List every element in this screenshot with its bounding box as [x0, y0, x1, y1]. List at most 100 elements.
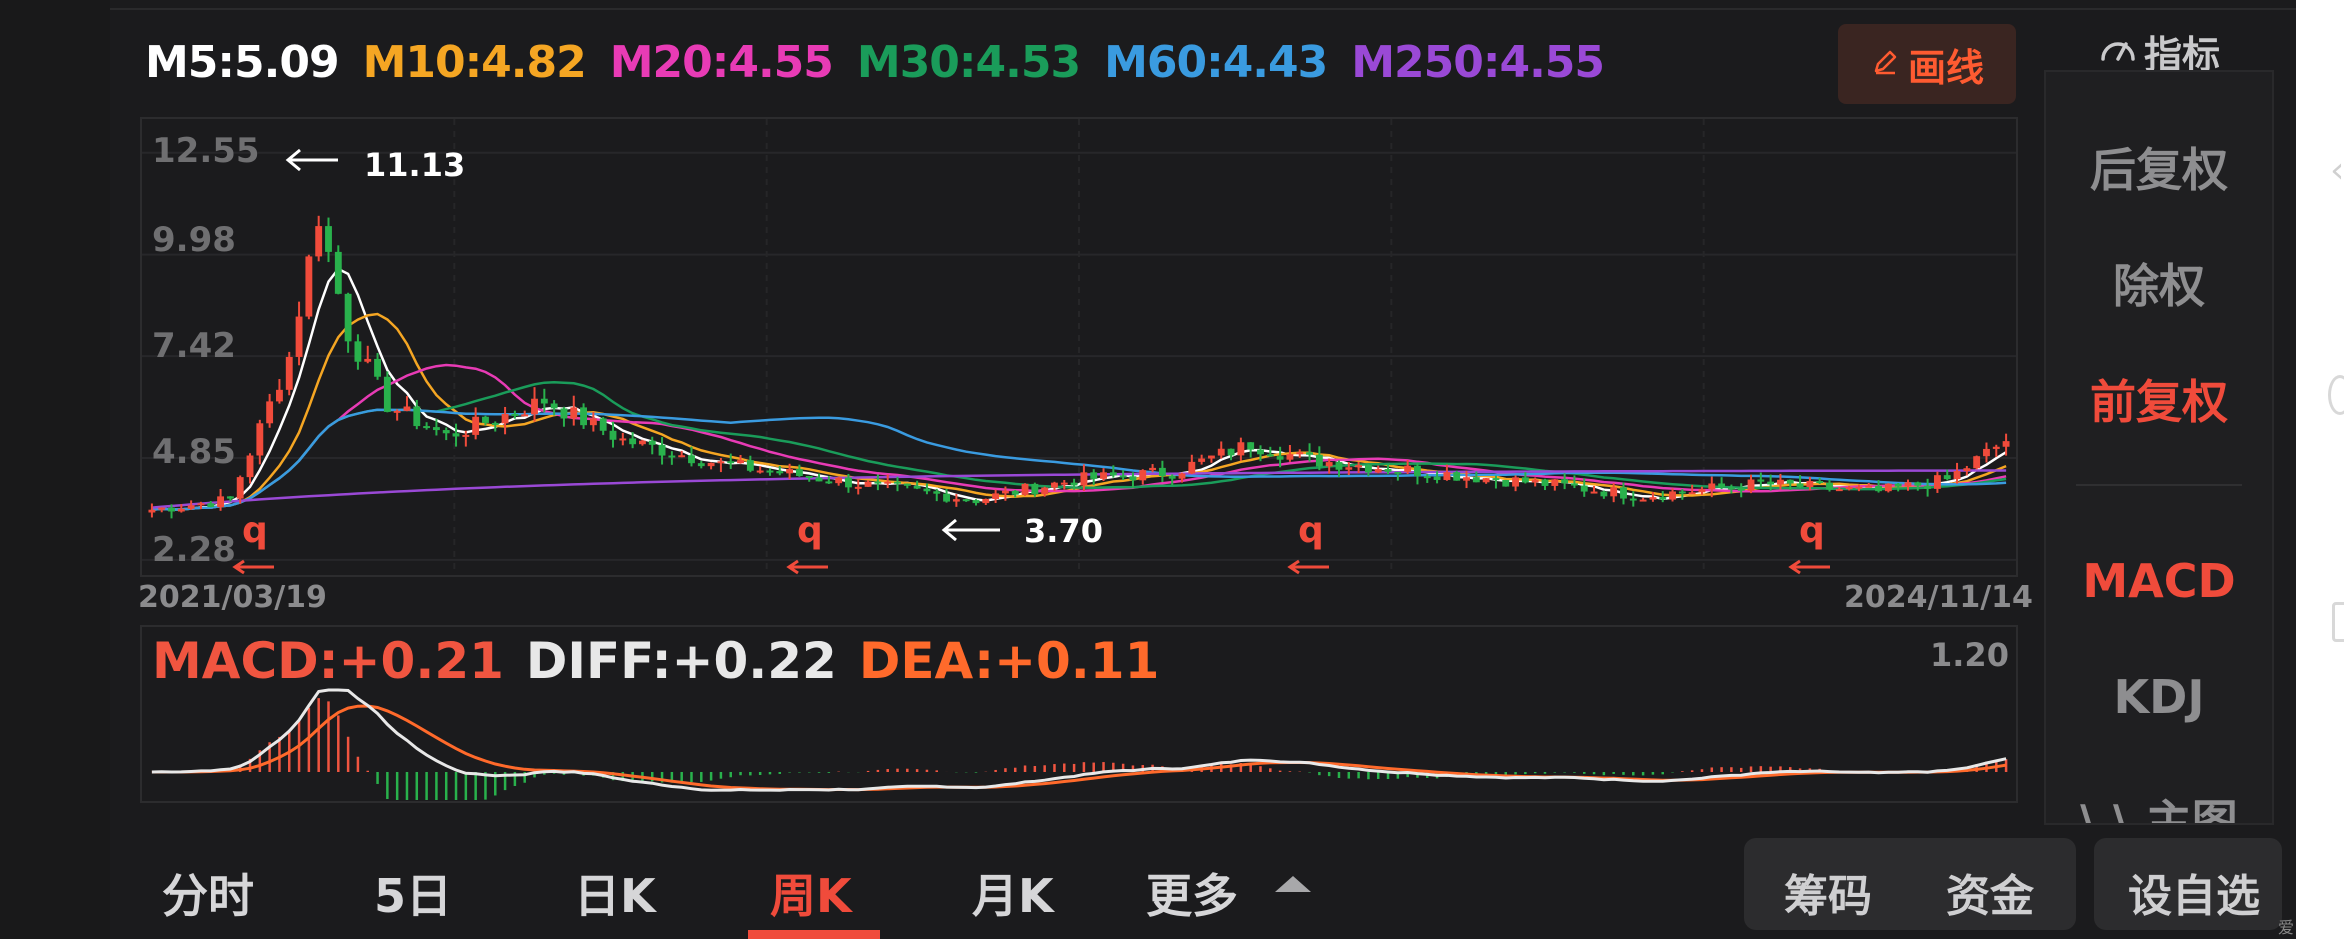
candle-body — [1198, 458, 1206, 462]
candle-body — [1364, 465, 1372, 473]
date-end: 2024/11/14 — [1844, 580, 2033, 615]
candle-body — [1708, 483, 1716, 490]
candle-body — [403, 406, 411, 411]
stock-chart-app: M5:5.09 M10:4.82 M20:4.55 M30:4.53 M60:4… — [0, 0, 2296, 939]
candle-body — [1698, 489, 1706, 493]
candle-body — [334, 251, 342, 294]
candle-body — [1943, 475, 1951, 480]
candle-body — [1649, 497, 1657, 500]
candle-body — [1541, 479, 1549, 486]
price-chart[interactable] — [0, 0, 2296, 939]
tab-intraday[interactable]: 分时 — [162, 860, 254, 926]
dividend-marker[interactable]: q — [1298, 510, 1324, 551]
candle-body — [599, 418, 607, 431]
candle-body — [1472, 477, 1480, 483]
screen: M5:5.09 M10:4.82 M20:4.55 M30:4.53 M60:4… — [0, 0, 2344, 939]
candle-body — [383, 376, 391, 412]
tab-monthly-k[interactable]: 月K — [972, 860, 1054, 926]
edge-text: 爱 — [2278, 918, 2295, 937]
candle-body — [1463, 477, 1470, 481]
candle-body — [187, 505, 195, 509]
candle-body — [884, 481, 892, 484]
candle-body — [1727, 487, 1735, 490]
candle-body — [1639, 499, 1647, 502]
candle-body — [1718, 483, 1726, 488]
candle-body — [1747, 479, 1755, 491]
candle-body — [1796, 483, 1804, 487]
candle-body — [570, 407, 578, 419]
candle-body — [1001, 490, 1009, 494]
add-watchlist-button[interactable]: 设自选 — [2128, 860, 2260, 924]
macd-legend: MACD:+0.21 DIFF:+0.22 DEA:+0.11 — [152, 632, 1159, 690]
candle-body — [472, 416, 480, 435]
candle-body — [207, 503, 215, 508]
edge-doc-icon — [2332, 602, 2344, 642]
candle-body — [540, 398, 548, 404]
price-tick-4: 4.85 — [152, 432, 236, 472]
candle-body — [1678, 491, 1686, 494]
candle-body — [1826, 482, 1833, 490]
candle-body — [1100, 472, 1107, 479]
candle-body — [992, 493, 1000, 499]
candle-body — [1777, 479, 1784, 485]
candle-body — [1443, 472, 1451, 480]
candle-body — [1237, 442, 1245, 456]
candle-body — [1904, 482, 1912, 487]
candle-body — [266, 401, 274, 424]
tab-5day[interactable]: 5日 — [374, 860, 452, 926]
candle-body — [1482, 478, 1490, 483]
candle-body — [413, 406, 421, 427]
candle-body — [648, 440, 656, 445]
candle-body — [148, 509, 156, 513]
candle-body — [825, 481, 833, 484]
candle-body — [1139, 470, 1147, 481]
tab-daily-k[interactable]: 日K — [574, 860, 656, 926]
candle-body — [1109, 472, 1117, 476]
candle-body — [580, 407, 588, 426]
price-tick-2: 9.98 — [152, 220, 236, 260]
candle-body — [1247, 442, 1255, 450]
candle-body — [756, 470, 764, 473]
candle-body — [1315, 454, 1323, 467]
candle-body — [2002, 441, 2010, 447]
candle-body — [845, 477, 852, 488]
active-tab-indicator — [748, 930, 880, 939]
candle-body — [1561, 479, 1569, 484]
candle-body — [1963, 468, 1971, 472]
candle-body — [913, 485, 921, 489]
dividend-marker[interactable]: q — [1799, 510, 1825, 551]
candle-body — [374, 358, 381, 377]
chips-button[interactable]: 筹码 — [1784, 860, 1872, 924]
candle-body — [177, 508, 185, 512]
candle-body — [1570, 483, 1578, 486]
dividend-arrow — [232, 559, 274, 575]
candle-body — [168, 507, 175, 512]
candle-body — [1227, 448, 1235, 456]
candle-body — [295, 316, 303, 357]
candle-body — [1933, 475, 1941, 489]
candle-body — [1620, 487, 1627, 499]
candle-body — [933, 491, 941, 494]
candle-body — [1924, 485, 1932, 489]
candle-body — [1983, 448, 1990, 457]
candle-body — [1757, 479, 1765, 482]
dividend-marker[interactable]: q — [797, 510, 823, 551]
candle-body — [1011, 490, 1019, 495]
macd-axis-top: 1.20 — [1930, 636, 2009, 674]
candle-body — [1492, 478, 1500, 481]
candle-body — [1119, 475, 1127, 478]
tab-weekly-k[interactable]: 周K — [770, 860, 852, 926]
candle-body — [1875, 485, 1882, 492]
candle-body — [629, 438, 637, 445]
candle-body — [501, 413, 509, 424]
funds-button[interactable]: 资金 — [1946, 860, 2034, 924]
candle-body — [217, 496, 225, 508]
dea-value: DEA:+0.11 — [858, 632, 1160, 690]
candle-body — [972, 500, 980, 504]
chevron-up-icon[interactable] — [1275, 876, 1311, 892]
candle-body — [276, 389, 283, 402]
candle-body — [285, 356, 293, 390]
tab-more[interactable]: 更多 — [1146, 860, 1238, 926]
dividend-marker[interactable]: q — [242, 510, 268, 551]
candle-body — [1345, 467, 1353, 470]
